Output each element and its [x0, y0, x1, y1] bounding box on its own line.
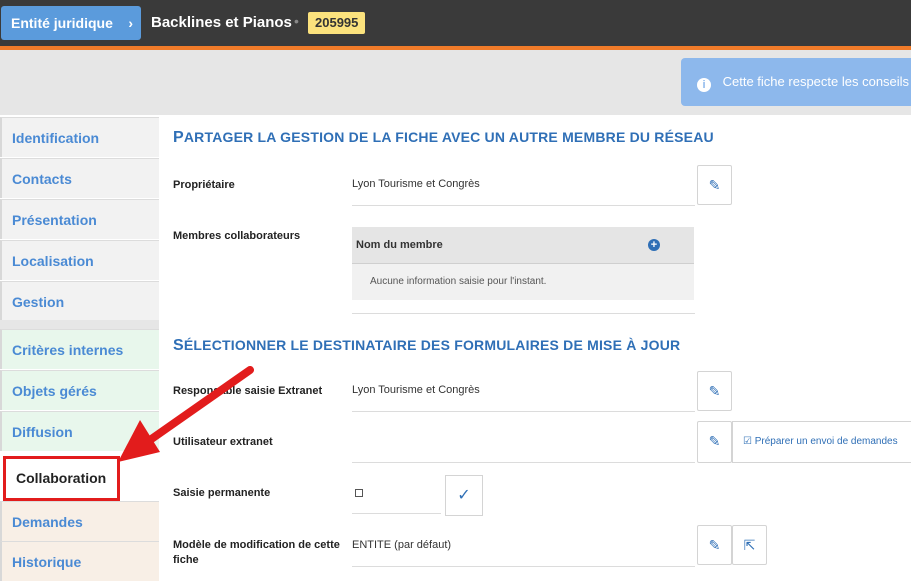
sidebar-item-diffusion[interactable]: Diffusion: [0, 411, 159, 451]
saisie-permanente-checkbox[interactable]: [355, 489, 363, 497]
responsable-underline: [352, 411, 695, 412]
sidebar-item-contacts[interactable]: Contacts: [0, 158, 159, 198]
owner-underline: [352, 205, 695, 206]
members-empty-row: Aucune information saisie pour l'instant…: [352, 264, 694, 300]
pencil-icon: ✎: [708, 383, 721, 399]
saisie-permanente-label: Saisie permanente: [173, 487, 271, 499]
modele-underline: [352, 566, 695, 567]
edit-square-icon: ☑: [743, 436, 752, 447]
modele-label-line1: Modèle de modification de cette: [173, 539, 340, 551]
column-header-member-name: Nom du membre: [356, 239, 443, 251]
sidebar-item-gestion[interactable]: Gestion: [0, 281, 159, 321]
record-id-badge: 205995: [308, 12, 366, 34]
section-title-initial-2: S: [173, 337, 184, 354]
prepare-requests-button[interactable]: ☑ Préparer un envoi de demandes: [732, 421, 911, 463]
sidebar-item-demandes[interactable]: Demandes: [0, 501, 159, 541]
confirm-saisie-button[interactable]: ✓: [445, 475, 483, 516]
info-banner: i Cette fiche respecte les conseils de: [681, 58, 911, 106]
sidebar-item-criteres-internes[interactable]: Critères internes: [0, 329, 159, 369]
sidebar-item-collaboration[interactable]: Collaboration: [3, 456, 120, 501]
members-table-header: Nom du membre +: [352, 227, 694, 264]
members-underline: [352, 313, 695, 314]
pencil-icon: ✎: [708, 433, 721, 449]
edit-modele-button[interactable]: ✎: [697, 525, 732, 565]
check-icon: ✓: [457, 487, 471, 504]
section-title-partager: PARTAGER LA GESTION DE LA FICHE AVEC UN …: [173, 129, 714, 147]
sidebar-item-identification[interactable]: Identification: [0, 117, 159, 157]
modele-label-line2: fiche: [173, 554, 199, 566]
edit-utilisateur-button[interactable]: ✎: [697, 421, 732, 463]
utilisateur-label: Utilisateur extranet: [173, 436, 273, 448]
saisie-underline: [352, 513, 441, 514]
main-content: PARTAGER LA GESTION DE LA FICHE AVEC UN …: [159, 115, 911, 578]
open-modele-button[interactable]: ⇱: [732, 525, 767, 565]
top-bar: Entité juridique › Backlines et Pianos •…: [0, 0, 911, 46]
responsable-label: Responsable saisie Extranet: [173, 385, 323, 397]
pencil-icon: ✎: [708, 177, 721, 193]
sidebar: Identification Contacts Présentation Loc…: [0, 115, 159, 581]
sidebar-item-historique[interactable]: Historique: [0, 541, 159, 581]
owner-label: Propriétaire: [173, 179, 235, 191]
modele-value: ENTITE (par défaut): [352, 539, 452, 551]
entity-type-label: Entité juridique: [11, 15, 113, 31]
modele-label: Modèle de modification de cette fiche: [173, 538, 340, 568]
edit-owner-button[interactable]: ✎: [697, 165, 732, 205]
edit-responsable-button[interactable]: ✎: [697, 371, 732, 411]
add-member-icon[interactable]: +: [648, 239, 660, 251]
separator-dot: •: [294, 13, 299, 29]
info-banner-text: Cette fiche respecte les conseils de: [722, 74, 911, 89]
prepare-requests-label: Préparer un envoi de demandes: [754, 436, 898, 447]
info-icon: i: [697, 78, 711, 92]
chevron-right-icon: ›: [128, 15, 133, 31]
record-name: Backlines et Pianos: [151, 14, 292, 31]
external-link-icon: ⇱: [743, 537, 756, 553]
members-label: Membres collaborateurs: [173, 230, 301, 242]
entity-type-button[interactable]: Entité juridique ›: [1, 6, 141, 40]
section-title-text-2: ÉLECTIONNER LE DESTINATAIRE DES FORMULAI…: [183, 337, 681, 353]
section-title-text: ARTAGER LA GESTION DE LA FICHE AVEC UN A…: [183, 129, 714, 145]
sidebar-item-localisation[interactable]: Localisation: [0, 240, 159, 280]
section-title-initial: P: [173, 129, 184, 146]
pencil-icon: ✎: [708, 537, 721, 553]
members-table: Nom du membre + Aucune information saisi…: [352, 227, 694, 300]
responsable-value: Lyon Tourisme et Congrès: [352, 384, 480, 396]
utilisateur-underline: [352, 462, 695, 463]
sidebar-item-presentation[interactable]: Présentation: [0, 199, 159, 239]
section-title-selectionner: SÉLECTIONNER LE DESTINATAIRE DES FORMULA…: [173, 337, 680, 355]
owner-value: Lyon Tourisme et Congrès: [352, 178, 480, 190]
sidebar-item-objets-geres[interactable]: Objets gérés: [0, 370, 159, 410]
